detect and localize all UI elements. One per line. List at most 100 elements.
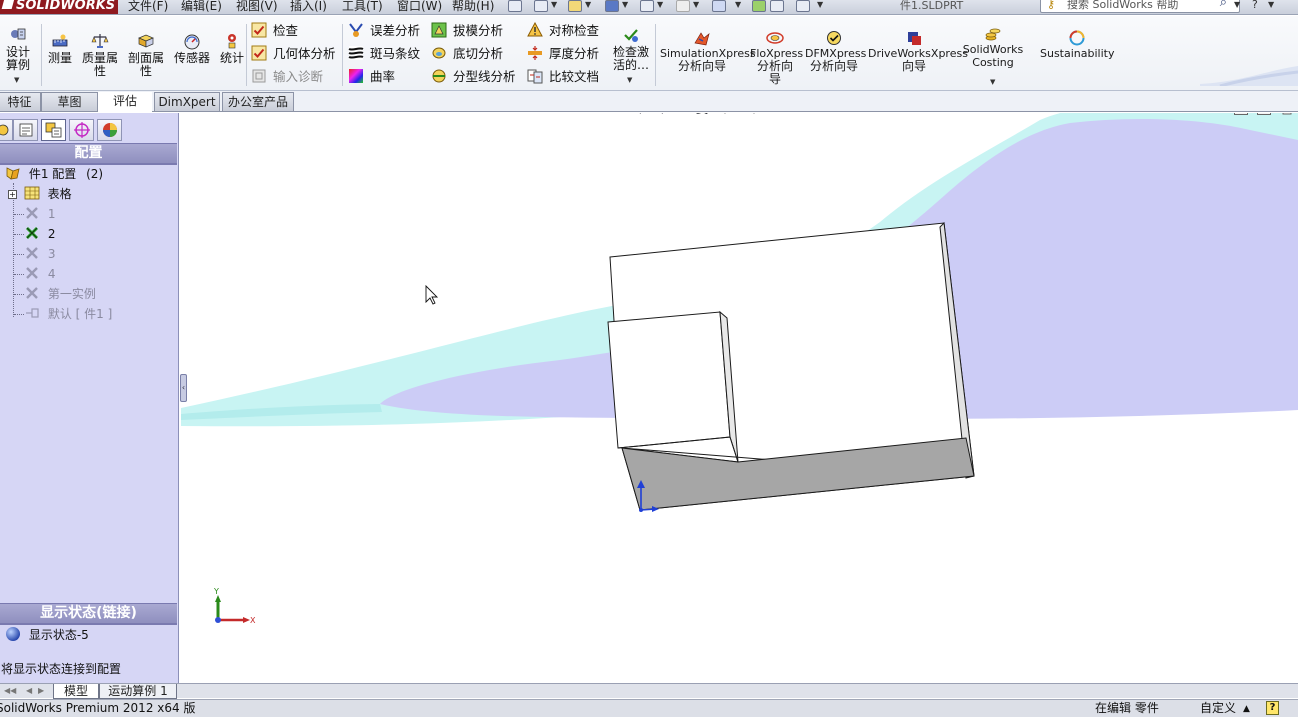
zoom-to-area-icon[interactable] [648,113,664,114]
save-icon[interactable] [605,0,619,12]
sustainability-button[interactable]: Sustainability [1040,30,1114,60]
pin-icon[interactable] [508,0,522,12]
expand-icon[interactable]: + [8,190,17,199]
new-document-icon[interactable] [534,0,548,12]
view-settings-icon[interactable] [859,113,875,114]
check-active-document-button[interactable]: 检查激活的… [609,26,653,72]
undercut-analysis-button[interactable]: 底切分析 [431,44,503,64]
prev-tab-arrow-icon[interactable]: ◀ [26,686,32,695]
options-icon[interactable] [796,0,810,12]
rebuild-icon[interactable] [752,0,766,12]
graphics-area[interactable]: Y X ▼ ▼ ▼ ▼ ▼ [181,113,1298,683]
new-dropdown-icon[interactable]: ▼ [551,0,557,9]
menu-file[interactable]: 文件(F) [128,0,168,14]
section-properties-button[interactable]: 剖面属性 [125,32,167,78]
hide-show-items-icon[interactable] [776,113,792,114]
select-dropdown-icon[interactable]: ▼ [735,0,741,9]
split-view-icon[interactable] [1257,113,1271,115]
dimxpert-manager-tab-icon[interactable] [69,119,94,141]
check-button[interactable]: 检查 [251,21,298,41]
driveworksxpress-button[interactable]: DriveWorksXpress 向导 [868,30,968,73]
file-properties-icon[interactable] [770,0,784,12]
help-search-input[interactable]: ⚷ 搜索 SolidWorks 帮助 ⌕ [1040,0,1240,13]
zebra-stripes-button[interactable]: 斑马条纹 [348,44,420,64]
display-style-icon[interactable] [746,113,762,114]
costing-dropdown-icon[interactable]: ▼ [990,78,995,86]
options-dropdown-icon[interactable]: ▼ [817,0,823,9]
config-item-2[interactable]: 2 [24,225,55,243]
draft-analysis-button[interactable]: 拔模分析 [431,21,503,41]
print-icon[interactable] [640,0,654,12]
apply-scene-icon[interactable] [829,113,845,114]
config-item-1[interactable]: 1 [24,205,55,223]
menu-window[interactable]: 窗口(W) [397,0,442,14]
tab-motion-study-1[interactable]: 运动算例 1 [99,684,177,699]
help-dropdown-icon[interactable]: ▼ [1268,0,1274,9]
measure-button[interactable]: 测量 [45,32,75,65]
tab-dimxpert[interactable]: DimXpert [154,92,220,111]
search-icon[interactable]: ⌕ [1220,0,1227,10]
section-view-icon[interactable] [694,113,710,114]
display-manager-tab-icon[interactable] [97,119,122,141]
design-study-dropdown-icon[interactable]: ▼ [14,76,19,84]
help-icon[interactable]: ? [1252,0,1266,12]
floxpress-button[interactable]: FloXpress 分析向导 [750,30,803,86]
edit-appearance-icon[interactable] [806,113,822,114]
quick-tips-help-icon[interactable]: ? [1266,701,1279,715]
zoom-to-fit-icon[interactable] [626,113,642,114]
compare-documents-button[interactable]: 比较文档 [527,67,599,87]
menu-help[interactable]: 帮助(H) [452,0,494,14]
select-icon[interactable] [712,0,726,12]
mass-properties-button[interactable]: 质量属性 [80,32,120,78]
solidworks-logo[interactable]: SOLIDWORKS [0,0,118,14]
sensor-button[interactable]: 传感器 [172,32,212,65]
design-study-button[interactable]: 设计算例 [0,26,36,72]
curvature-button[interactable]: 曲率 [348,67,395,87]
restore-view-icon[interactable] [1234,113,1248,115]
property-manager-tab-icon[interactable] [13,119,38,141]
deviation-analysis-button[interactable]: 误差分析 [348,21,420,41]
tab-office-products[interactable]: 办公室产品 [222,92,294,111]
link-display-states-note[interactable]: 将显示状态连接到配置 [1,660,121,678]
units-selector[interactable]: 自定义 [1200,700,1236,717]
solidworks-costing-button[interactable]: SolidWorks Costing [962,26,1024,69]
save-dropdown-icon[interactable]: ▼ [622,0,628,9]
feature-manager-tab-icon[interactable] [0,119,13,141]
statistics-button[interactable]: 统计 [216,32,248,65]
open-dropdown-icon[interactable]: ▼ [585,0,591,9]
units-dropdown-icon[interactable]: ▲ [1243,701,1250,717]
undo-dropdown-icon[interactable]: ▼ [693,0,699,9]
config-item-default[interactable]: 默认 [ 件1 ] [24,305,112,323]
config-item-3[interactable]: 3 [24,245,55,263]
symmetry-check-button[interactable]: 对称检查 [527,21,599,41]
open-icon[interactable] [568,0,582,12]
config-root[interactable]: 件1 配置 (2) [5,165,103,183]
menu-insert[interactable]: 插入(I) [290,0,327,14]
previous-view-icon[interactable] [671,113,687,114]
tab-evaluate[interactable]: 评估 [98,92,152,112]
check-active-dropdown-icon[interactable]: ▼ [627,76,632,84]
parting-line-analysis-button[interactable]: 分型线分析 [431,67,516,87]
tab-features[interactable]: 特征 [0,92,41,111]
menu-tools[interactable]: 工具(T) [342,0,383,14]
viewport-scroll-icon[interactable] [1281,113,1293,116]
tree-node-table[interactable]: + 表格 [8,185,72,203]
thickness-analysis-button[interactable]: 厚度分析 [527,44,599,64]
menu-view[interactable]: 视图(V) [236,0,278,14]
next-tab-arrow-icon[interactable]: ▶ [38,686,44,695]
tab-sketch[interactable]: 草图 [41,92,98,111]
configuration-manager-tab-icon[interactable] [41,119,66,141]
tab-model[interactable]: 模型 [53,684,99,699]
dfmxpress-button[interactable]: DFMXpress 分析向导 [805,30,866,73]
config-item-4[interactable]: 4 [24,265,55,283]
menu-edit[interactable]: 编辑(E) [181,0,222,14]
config-item-first-instance[interactable]: 第一实例 [24,285,96,303]
view-orientation-icon[interactable] [717,113,733,114]
geometry-analysis-button[interactable]: 几何体分析 [251,44,336,64]
display-state-item[interactable]: 显示状态-5 [5,626,89,644]
search-dropdown-icon[interactable]: ▼ [1234,0,1240,9]
import-diagnostics-button[interactable]: 输入诊断 [251,67,323,87]
simulationxpress-button[interactable]: SimulationXpress 分析向导 [660,30,756,73]
undo-icon[interactable] [676,0,690,12]
first-tab-arrow-icon[interactable]: ◀◀ [4,686,16,695]
